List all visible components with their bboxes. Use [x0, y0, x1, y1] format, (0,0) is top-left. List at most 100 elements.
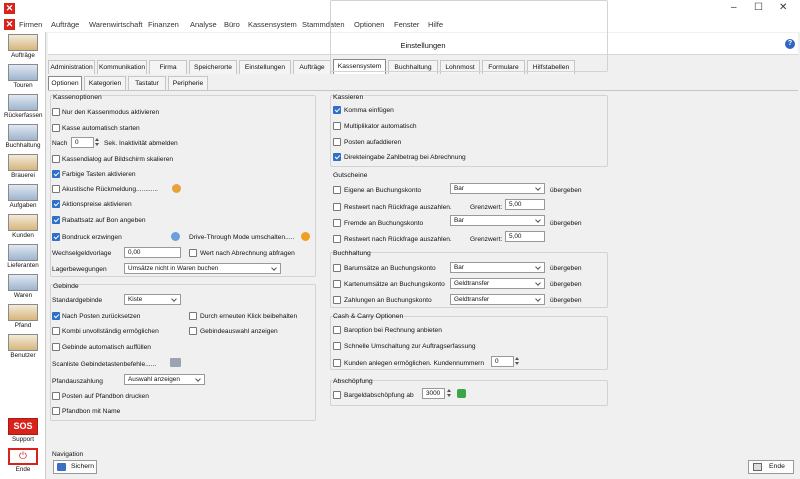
menu-auftraege[interactable]: Aufträge	[51, 20, 79, 29]
skalieren-checkbox[interactable]	[52, 155, 60, 163]
sidebar-item-aufgaben[interactable]: Aufgaben	[4, 184, 42, 210]
sidebar-item-auftraege[interactable]: Aufträge	[4, 34, 42, 60]
sidebar-item-pfand[interactable]: Pfand	[4, 304, 42, 330]
subtab-tastatur[interactable]: Tastatur	[128, 76, 166, 90]
pfandbon-name-label: Pfandbon mit Name	[62, 408, 121, 415]
help-icon[interactable]: ?	[785, 39, 795, 49]
exit-button[interactable]: Ende	[748, 460, 794, 474]
tab-administration[interactable]: Administration	[48, 60, 95, 74]
menu-kassensystem[interactable]: Kassensystem	[248, 20, 297, 29]
grenzwert1-input[interactable]: 5,00	[505, 199, 545, 210]
kassenmodus-checkbox[interactable]	[52, 108, 60, 116]
aktionspreise-checkbox[interactable]	[52, 200, 60, 208]
pfandauszahlung-label: Pfandauszahlung	[52, 378, 103, 385]
sidebar-item-rueckerfassen[interactable]: Rückerfassen	[4, 94, 43, 120]
barumsaetze-checkbox[interactable]	[333, 264, 341, 272]
power-icon: ⏻	[8, 448, 38, 465]
sidebar-item-waren[interactable]: Waren	[4, 274, 42, 300]
tab-einstellungen[interactable]: Einstellungen	[239, 60, 291, 74]
sidebar-item-touren[interactable]: Touren	[4, 64, 42, 90]
kassenoptionen-title: Kassenoptionen	[53, 94, 102, 101]
sidebar-item-support[interactable]: SOS Support	[4, 418, 42, 444]
tab-speicherorte[interactable]: Speicherorte	[189, 60, 237, 74]
goods-icon	[8, 274, 38, 291]
subtab-kategorien[interactable]: Kategorien	[84, 76, 126, 90]
restwert2-checkbox[interactable]	[333, 235, 341, 243]
fremde-konto-select[interactable]: Bar	[450, 215, 545, 226]
menu-buero[interactable]: Büro	[224, 20, 240, 29]
sidebar-item-lieferanten[interactable]: Lieferanten	[4, 244, 42, 270]
close-button[interactable]: ✕	[779, 3, 787, 13]
eigene-konto-select[interactable]: Bar	[450, 183, 545, 194]
kunden-anlegen-checkbox[interactable]	[333, 359, 341, 367]
eigene-checkbox[interactable]	[333, 186, 341, 194]
subtab-optionen[interactable]: Optionen	[48, 76, 82, 91]
fremde-uebergeben-label: übergeben	[550, 220, 582, 227]
sidebar-item-kunden[interactable]: Kunden	[4, 214, 42, 240]
eigene-label: Eigene an Buchungskonto	[344, 187, 421, 194]
wechselgeld-input[interactable]: 0,00	[124, 247, 181, 258]
bargeld-input[interactable]: 3000	[422, 388, 445, 399]
menu-warenwirtschaft[interactable]: Warenwirtschaft	[89, 20, 143, 29]
lagerbewegungen-select[interactable]: Umsätze nicht in Waren buchen	[124, 263, 281, 274]
farbige-tasten-checkbox[interactable]	[52, 170, 60, 178]
minimize-button[interactable]: –	[731, 3, 737, 13]
cash-carry-title: Cash & Carry Optionen	[333, 313, 404, 320]
kundennummern-input[interactable]: 0	[491, 356, 514, 367]
pfandbon-name-checkbox[interactable]	[52, 407, 60, 415]
sound-settings-icon[interactable]	[172, 184, 181, 193]
kartenumsaetze-label: Kartenumsätze an Buchungskonto	[344, 281, 445, 288]
printer-icon[interactable]	[170, 358, 181, 367]
menu-finanzen[interactable]: Finanzen	[148, 20, 179, 29]
posten-addieren-checkbox[interactable]	[333, 138, 341, 146]
rabattsatz-checkbox[interactable]	[52, 216, 60, 224]
tab-firma[interactable]: Firma	[149, 60, 187, 74]
zahlungen-checkbox[interactable]	[333, 296, 341, 304]
grenzwert2-input[interactable]: 5,00	[505, 231, 545, 242]
bondruck-checkbox[interactable]	[52, 233, 60, 241]
kombi-label: Kombi unvollständig ermöglichen	[62, 328, 159, 335]
kartenumsaetze-checkbox[interactable]	[333, 280, 341, 288]
bargeld-spinner[interactable]	[446, 388, 452, 399]
menu-firmen[interactable]: Firmen	[19, 20, 42, 29]
sidebar-item-brauerei[interactable]: Brauerei	[4, 154, 42, 180]
inactivity-spinner[interactable]	[94, 137, 100, 148]
drive-through-icon[interactable]	[301, 232, 310, 241]
standardgebinde-select[interactable]: Kiste	[124, 294, 181, 305]
info-icon[interactable]	[171, 232, 180, 241]
gebindeauswahl-checkbox[interactable]	[189, 327, 197, 335]
auffuellen-checkbox[interactable]	[52, 343, 60, 351]
multiplikator-checkbox[interactable]	[333, 122, 341, 130]
durch-klick-checkbox[interactable]	[189, 312, 197, 320]
autostart-checkbox[interactable]	[52, 124, 60, 132]
wert-abfragen-checkbox[interactable]	[189, 249, 197, 257]
nach-posten-checkbox[interactable]	[52, 312, 60, 320]
akustische-checkbox[interactable]	[52, 185, 60, 193]
menu-analyse[interactable]: Analyse	[190, 20, 217, 29]
tab-auftraege[interactable]: Aufträge	[293, 60, 331, 74]
baroption-checkbox[interactable]	[333, 326, 341, 334]
komma-checkbox[interactable]	[333, 106, 341, 114]
posten-drucken-checkbox[interactable]	[52, 392, 60, 400]
tab-kommunikation[interactable]: Kommunikation	[97, 60, 147, 74]
sidebar-item-benutzer[interactable]: Benutzer	[4, 334, 42, 360]
save-button[interactable]: Sichern	[53, 460, 97, 474]
maximize-button[interactable]: ☐	[754, 3, 763, 13]
zahlungen-select[interactable]: Geldtransfer	[450, 294, 545, 305]
kartenumsaetze-select[interactable]: Geldtransfer	[450, 278, 545, 289]
pfandauszahlung-select[interactable]: Auswahl anzeigen	[124, 374, 205, 385]
bargeld-checkbox[interactable]	[333, 391, 341, 399]
app-menu-icon[interactable]: ✕	[4, 19, 15, 30]
kombi-checkbox[interactable]	[52, 327, 60, 335]
inactivity-seconds-input[interactable]: 0	[71, 137, 94, 148]
sidebar-item-ende[interactable]: ⏻ Ende	[4, 448, 42, 474]
fremde-checkbox[interactable]	[333, 219, 341, 227]
direkteingabe-checkbox[interactable]	[333, 153, 341, 161]
schnelle-checkbox[interactable]	[333, 342, 341, 350]
restwert1-checkbox[interactable]	[333, 203, 341, 211]
barumsaetze-select[interactable]: Bar	[450, 262, 545, 273]
sidebar-item-buchhaltung[interactable]: Buchhaltung	[4, 124, 42, 150]
subtab-peripherie[interactable]: Peripherie	[168, 76, 208, 90]
refresh-icon[interactable]	[457, 389, 466, 398]
kundennummern-spinner[interactable]	[514, 356, 520, 367]
